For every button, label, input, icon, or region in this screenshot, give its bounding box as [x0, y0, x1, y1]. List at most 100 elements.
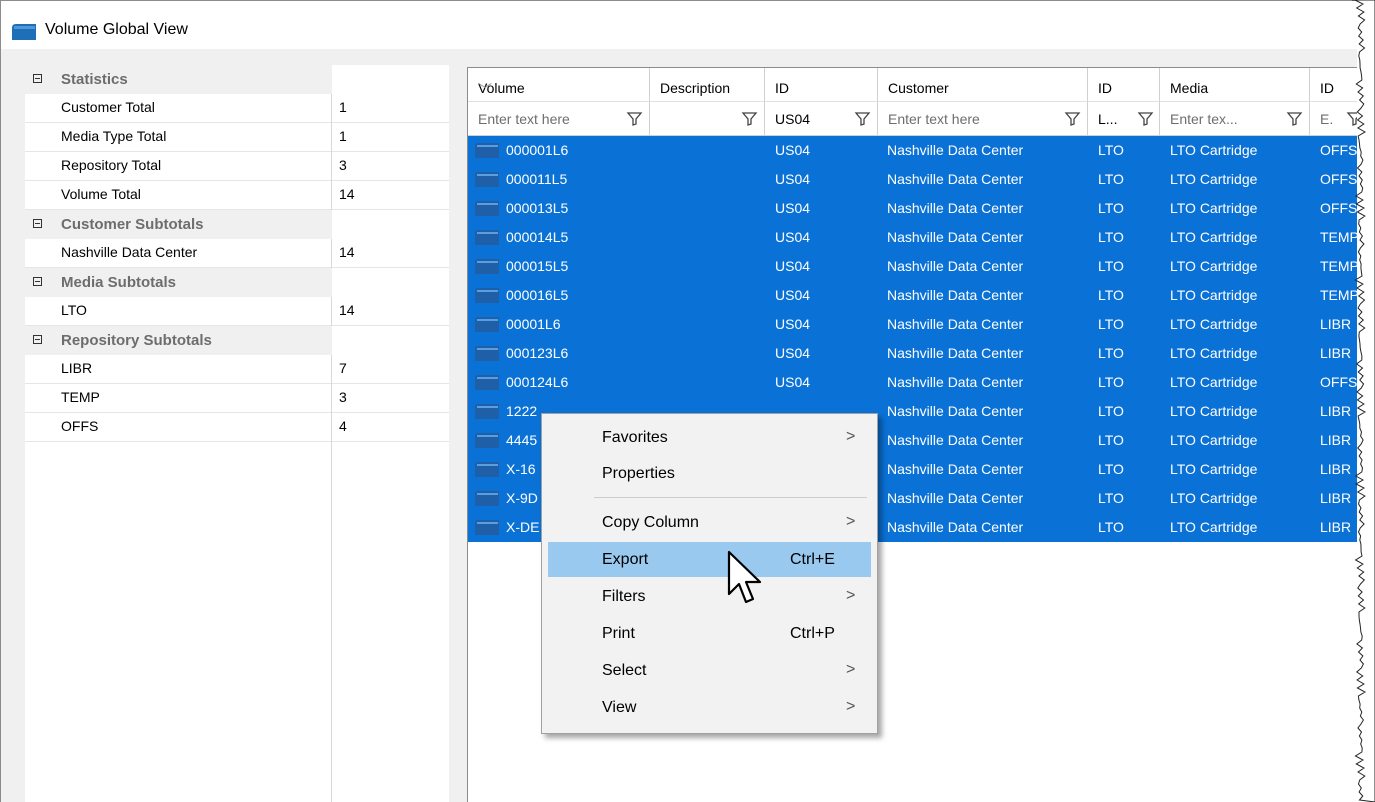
- cell-volume: 000011L5: [506, 171, 568, 187]
- menu-item-view[interactable]: View >: [548, 690, 871, 725]
- cell-volume: X-9D: [506, 490, 538, 506]
- stat-value: 7: [339, 360, 347, 376]
- filter-input[interactable]: Enter text here: [478, 111, 570, 127]
- menu-item-favorites[interactable]: Favorites >: [548, 420, 871, 455]
- table-row[interactable]: 000016L5 US04 Nashville Data Center LTO LTO …: [468, 281, 1357, 310]
- stats-row[interactable]: Nashville Data Center 14: [25, 239, 449, 268]
- menu-item-label: Filters: [602, 588, 646, 605]
- filter-icon[interactable]: [1064, 110, 1081, 127]
- submenu-arrow-icon: >: [846, 587, 856, 604]
- stats-row[interactable]: Repository Total 3: [25, 152, 449, 181]
- cell-customer: Nashville Data Center: [887, 287, 1024, 303]
- table-row[interactable]: 000014L5 US04 Nashville Data Center LTO LTO …: [468, 223, 1357, 252]
- menu-item-print[interactable]: Print Ctrl+P: [548, 616, 871, 651]
- cell-customer: Nashville Data Center: [887, 432, 1024, 448]
- collapse-icon[interactable]: [33, 277, 42, 286]
- stat-label: Customer Total: [61, 99, 155, 115]
- cell-media: LTO Cartridge: [1170, 316, 1258, 332]
- column-header-label: Customer: [888, 80, 949, 96]
- column-header-media[interactable]: Media: [1160, 68, 1310, 102]
- stats-row[interactable]: LTO 14: [25, 297, 449, 326]
- menu-item-copy-column[interactable]: Copy Column >: [548, 505, 871, 540]
- menu-item-label: Favorites: [602, 429, 668, 446]
- column-header-id[interactable]: ID: [765, 68, 878, 102]
- stats-row[interactable]: Volume Total 14: [25, 181, 449, 210]
- volume-icon: [475, 143, 499, 158]
- cell-media: LTO Cartridge: [1170, 258, 1258, 274]
- table-row[interactable]: 000015L5 US04 Nashville Data Center LTO LTO …: [468, 252, 1357, 281]
- menu-item-label: Copy Column: [602, 514, 699, 531]
- column-header-media-id[interactable]: ID: [1088, 68, 1160, 102]
- filter-icon[interactable]: [1286, 110, 1303, 127]
- stats-group-repository-subtotals[interactable]: Repository Subtotals: [25, 326, 449, 355]
- table-row[interactable]: 000013L5 US04 Nashville Data Center LTO LTO …: [468, 194, 1357, 223]
- stats-row[interactable]: Media Type Total 1: [25, 123, 449, 152]
- column-header-description[interactable]: Description: [650, 68, 765, 102]
- cell-customer: Nashville Data Center: [887, 142, 1024, 158]
- stats-group-media-subtotals[interactable]: Media Subtotals: [25, 268, 449, 297]
- filter-input[interactable]: L...: [1098, 111, 1117, 127]
- menu-item-properties[interactable]: Properties: [548, 456, 871, 491]
- cell-id: US04: [775, 345, 811, 361]
- column-header-label: ID: [1320, 80, 1334, 96]
- filter-cell-media[interactable]: Enter tex...: [1160, 102, 1310, 136]
- cell-customer: Nashville Data Center: [887, 258, 1024, 274]
- collapse-icon[interactable]: [33, 335, 42, 344]
- menu-item-label: View: [602, 699, 637, 716]
- group-label: Media Subtotals: [61, 274, 177, 291]
- stats-group-customer-subtotals[interactable]: Customer Subtotals: [25, 210, 449, 239]
- stats-row[interactable]: TEMP 3: [25, 384, 449, 413]
- cell-customer: Nashville Data Center: [887, 519, 1024, 535]
- cell-volume: 000124L6: [506, 374, 569, 390]
- stats-group-statistics[interactable]: Statistics: [25, 65, 449, 94]
- filter-cell-repository-id[interactable]: E.: [1310, 102, 1357, 136]
- cell-id: US04: [775, 374, 811, 390]
- column-header-volume[interactable]: Volume ﹀: [468, 68, 650, 102]
- stats-row[interactable]: Customer Total 1: [25, 94, 449, 123]
- cell-id: US04: [775, 316, 811, 332]
- table-row[interactable]: 000001L6 US04 Nashville Data Center LTO LTO …: [468, 136, 1357, 165]
- table-row[interactable]: 000123L6 US04 Nashville Data Center LTO LTO …: [468, 339, 1357, 368]
- menu-item-export[interactable]: Export Ctrl+E: [548, 542, 871, 577]
- filter-icon[interactable]: [626, 110, 643, 127]
- cell-id: US04: [775, 287, 811, 303]
- filter-cell-media-id[interactable]: L...: [1088, 102, 1160, 136]
- cell-customer: Nashville Data Center: [887, 490, 1024, 506]
- filter-input[interactable]: Enter tex...: [1170, 111, 1238, 127]
- cell-id: US04: [775, 200, 811, 216]
- cell-media-id: LTO: [1098, 490, 1124, 506]
- filter-icon[interactable]: [1137, 110, 1154, 127]
- filter-input[interactable]: US04: [775, 111, 810, 127]
- cell-media: LTO Cartridge: [1170, 287, 1258, 303]
- cell-repo: LIBR: [1320, 316, 1352, 332]
- table-row[interactable]: 000011L5 US04 Nashville Data Center LTO LTO …: [468, 165, 1357, 194]
- menu-item-filters[interactable]: Filters >: [548, 579, 871, 614]
- column-header-repository-id[interactable]: ID: [1310, 68, 1357, 102]
- table-row[interactable]: 000124L6 US04 Nashville Data Center LTO LTO …: [468, 368, 1357, 397]
- filter-cell-volume[interactable]: Enter text here: [468, 102, 650, 136]
- volume-global-view-window: Volume Global View Statistics Customer T…: [0, 0, 1357, 802]
- filter-cell-id[interactable]: US04: [765, 102, 878, 136]
- filter-input[interactable]: Enter text here: [888, 111, 980, 127]
- column-header-label: ID: [775, 80, 789, 96]
- torn-edge: [1352, 0, 1375, 802]
- stats-row[interactable]: LIBR 7: [25, 355, 449, 384]
- filter-icon[interactable]: [741, 110, 758, 127]
- collapse-icon[interactable]: [33, 219, 42, 228]
- cell-customer: Nashville Data Center: [887, 345, 1024, 361]
- filter-input[interactable]: E.: [1320, 111, 1333, 127]
- menu-item-select[interactable]: Select >: [548, 653, 871, 688]
- cell-media: LTO Cartridge: [1170, 171, 1258, 187]
- collapse-icon[interactable]: [33, 74, 42, 83]
- stat-label: Nashville Data Center: [61, 244, 198, 260]
- table-row[interactable]: 00001L6 US04 Nashville Data Center LTO LTO C…: [468, 310, 1357, 339]
- filter-cell-customer[interactable]: Enter text here: [878, 102, 1088, 136]
- filter-cell-description[interactable]: [650, 102, 765, 136]
- app-icon: [12, 24, 36, 40]
- cell-repo: LIBR: [1320, 403, 1352, 419]
- group-label: Customer Subtotals: [61, 216, 204, 233]
- column-header-customer[interactable]: Customer: [878, 68, 1088, 102]
- stats-row[interactable]: OFFS 4: [25, 413, 449, 442]
- cell-media-id: LTO: [1098, 316, 1124, 332]
- filter-icon[interactable]: [854, 110, 871, 127]
